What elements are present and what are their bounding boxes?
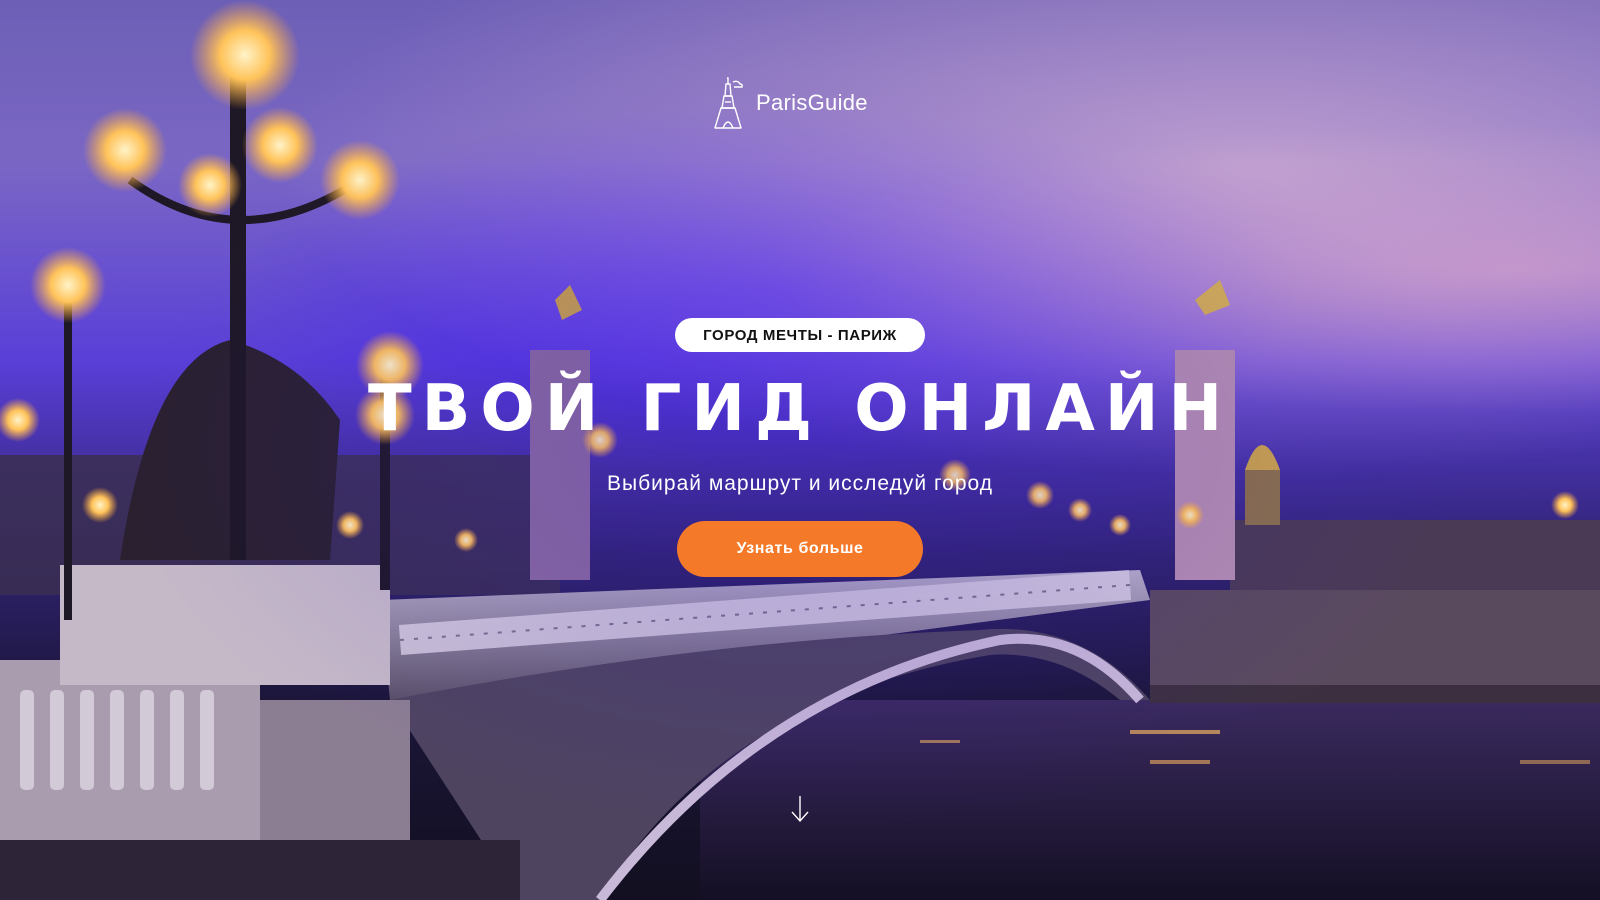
brand[interactable]: ParisGuide: [712, 76, 868, 130]
eiffel-tower-icon: [714, 77, 743, 129]
hero-overlay: [0, 0, 1600, 900]
hero-background: [0, 0, 1600, 900]
hero-subtitle: Выбирай маршрут и исследуй город: [607, 472, 993, 495]
hero-badge: ГОРОД МЕЧТЫ - ПАРИЖ: [675, 318, 925, 352]
learn-more-button[interactable]: Узнать больше: [677, 521, 923, 577]
brand-name: ParisGuide: [756, 90, 868, 115]
hero-headline: ТВОЙ ГИД ОНЛАЙН: [367, 372, 1233, 446]
arrow-down-icon[interactable]: [789, 794, 811, 824]
